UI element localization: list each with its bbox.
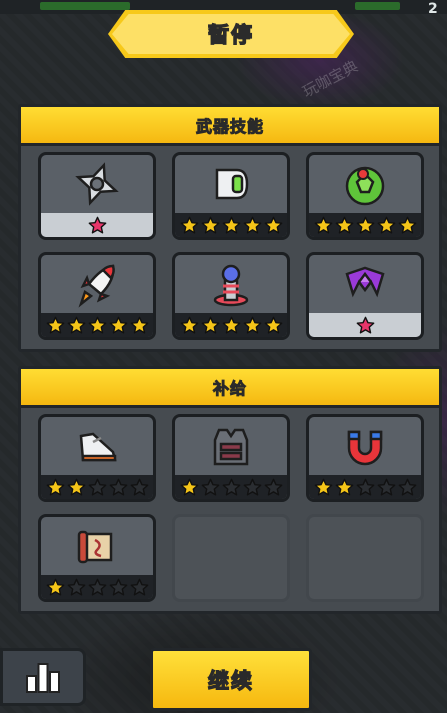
star-filled-icon [356,316,375,335]
supplies-header: 补给 [21,369,439,408]
purple-boomerang-icon [309,255,421,313]
pause-title-banner: 暂停 [108,10,354,58]
skill-card[interactable] [38,514,156,602]
star-filled-icon [109,316,128,335]
xp-fill-left [40,2,130,10]
skill-card[interactable] [306,252,424,340]
star-empty-icon [130,578,149,597]
star-filled-icon [398,216,417,235]
empty-slot [172,514,290,602]
star-filled-icon [314,216,333,235]
continue-button[interactable]: 继续 [150,648,312,711]
star-filled-icon [314,478,333,497]
armor-vest-icon [175,417,287,475]
star-filled-icon [222,316,241,335]
magnet-icon [309,417,421,475]
drone-pod-icon [175,155,287,213]
scroll-icon [41,517,153,575]
skill-card[interactable] [172,414,290,502]
star-empty-icon [67,578,86,597]
skill-card[interactable] [172,252,290,340]
star-filled-icon [201,216,220,235]
soccer-ball-icon [309,155,421,213]
level-indicator: 2 [428,1,438,17]
star-empty-icon [130,478,149,497]
star-rating [309,475,421,499]
xp-fill-right [355,2,400,10]
skill-card[interactable] [306,152,424,240]
rocket-icon [41,255,153,313]
star-filled-icon [377,216,396,235]
skill-card[interactable] [306,414,424,502]
star-empty-icon [243,478,262,497]
star-filled-icon [46,316,65,335]
star-filled-icon [335,216,354,235]
star-filled-icon [222,216,241,235]
shuriken-icon [41,155,153,213]
star-filled-icon [264,216,283,235]
star-filled-icon [88,216,107,235]
supply-grid [38,414,424,602]
empty-slot [306,514,424,602]
star-filled-icon [130,316,149,335]
tesla-coil-icon [175,255,287,313]
star-rating [175,475,287,499]
skill-card[interactable] [38,414,156,502]
sneaker-icon [41,417,153,475]
star-rating [175,213,287,237]
star-rating [41,575,153,599]
star-filled-icon [180,478,199,497]
star-empty-icon [201,478,220,497]
star-rating [41,213,153,237]
star-filled-icon [335,478,354,497]
bar-chart-icon [26,663,60,693]
star-filled-icon [180,316,199,335]
star-filled-icon [180,216,199,235]
skill-card[interactable] [172,152,290,240]
skill-card[interactable] [38,152,156,240]
star-empty-icon [88,578,107,597]
star-filled-icon [243,316,262,335]
star-filled-icon [46,578,65,597]
skill-card[interactable] [38,252,156,340]
weapon-grid [38,152,424,340]
star-filled-icon [201,316,220,335]
star-rating [175,313,287,337]
star-filled-icon [356,216,375,235]
star-filled-icon [243,216,262,235]
weapon-skills-header: 武器技能 [21,107,439,146]
star-filled-icon [46,478,65,497]
star-filled-icon [67,316,86,335]
star-rating [309,213,421,237]
star-filled-icon [264,316,283,335]
star-empty-icon [222,478,241,497]
star-empty-icon [109,478,128,497]
star-rating [309,313,421,337]
star-empty-icon [377,478,396,497]
star-filled-icon [88,316,107,335]
star-empty-icon [109,578,128,597]
star-rating [41,475,153,499]
star-filled-icon [67,478,86,497]
star-empty-icon [356,478,375,497]
star-rating [41,313,153,337]
star-empty-icon [88,478,107,497]
stats-button[interactable] [0,648,86,706]
star-empty-icon [264,478,283,497]
star-empty-icon [398,478,417,497]
pause-title: 暂停 [207,22,254,47]
